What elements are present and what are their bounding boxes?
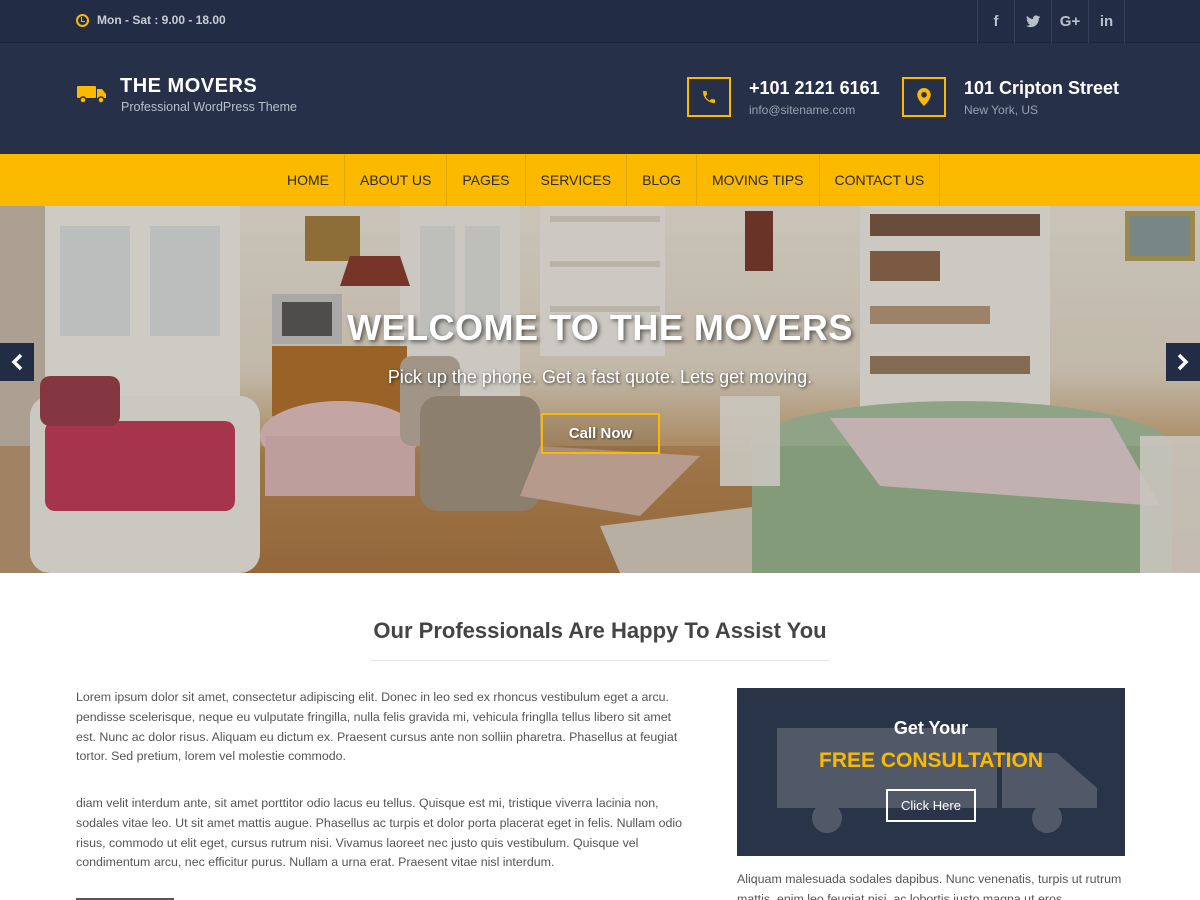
google-plus-icon[interactable]: G+ (1051, 0, 1088, 43)
top-bar: Mon - Sat : 9.00 - 18.00 f G+ in (0, 0, 1200, 43)
section-heading: Our Professionals Are Happy To Assist Yo… (373, 618, 827, 643)
hero-title: WELCOME TO THE MOVERS (347, 307, 853, 348)
email-address[interactable]: info@sitename.com (749, 103, 855, 117)
phone-icon (703, 91, 715, 103)
facebook-icon[interactable]: f (977, 0, 1014, 43)
slider-prev-button[interactable] (0, 343, 34, 381)
hero-slider: WELCOME TO THE MOVERS Pick up the phone.… (0, 206, 1200, 573)
location-icon-box (902, 77, 946, 117)
site-tagline: Professional WordPress Theme (121, 100, 298, 114)
nav-item-moving-tips[interactable]: MOVING TIPS (697, 154, 820, 206)
consultation-text: Aliquam malesuada sodales dapibus. Nunc … (737, 872, 1122, 900)
main-navigation: HOME ABOUT US PAGES SERVICES BLOG MOVING… (0, 154, 1200, 206)
business-hours: Mon - Sat : 9.00 - 18.00 (76, 13, 226, 27)
click-here-button[interactable]: Click Here (886, 789, 976, 822)
nav-item-services[interactable]: SERVICES (526, 154, 628, 206)
chevron-left-icon (11, 353, 23, 371)
intro-paragraph-1: Lorem ipsum dolor sit amet, consectetur … (76, 690, 678, 764)
nav-item-pages[interactable]: PAGES (447, 154, 526, 206)
twitter-icon[interactable] (1014, 0, 1051, 43)
street-address: 101 Cripton Street (964, 78, 1120, 98)
consultation-banner: Get Your FREE CONSULTATION Click Here (737, 688, 1125, 856)
phone-number[interactable]: +101 2121 6161 (749, 78, 880, 99)
nav-item-about-us[interactable]: ABOUT US (345, 154, 448, 206)
nav-item-blog[interactable]: BLOG (627, 154, 697, 206)
social-links: f G+ in (977, 0, 1125, 43)
nav-item-contact-us[interactable]: CONTACT US (820, 154, 941, 206)
location-pin-icon (917, 88, 931, 106)
chevron-right-icon (1177, 353, 1189, 371)
intro-paragraph-2: diam velit interdum ante, sit amet portt… (76, 796, 683, 870)
site-header: THE MOVERS Professional WordPress Theme … (0, 43, 1200, 154)
call-now-button[interactable]: Call Now (541, 413, 660, 454)
business-hours-text: Mon - Sat : 9.00 - 18.00 (97, 13, 226, 27)
city-address: New York, US (964, 103, 1039, 117)
phone-icon-box (687, 77, 731, 117)
consultation-line-2: FREE CONSULTATION (819, 749, 1043, 772)
linkedin-icon[interactable]: in (1088, 0, 1125, 43)
clock-icon (76, 13, 89, 27)
consultation-line-1: Get Your (893, 718, 969, 738)
hero-tagline: Pick up the phone. Get a fast quote. Let… (387, 367, 813, 387)
nav-item-home[interactable]: HOME (273, 154, 345, 206)
truck-logo-icon[interactable] (77, 84, 107, 104)
hero-overlay (0, 206, 1200, 573)
slider-next-button[interactable] (1166, 343, 1200, 381)
heading-divider (371, 660, 829, 661)
site-title[interactable]: THE MOVERS (120, 75, 257, 98)
